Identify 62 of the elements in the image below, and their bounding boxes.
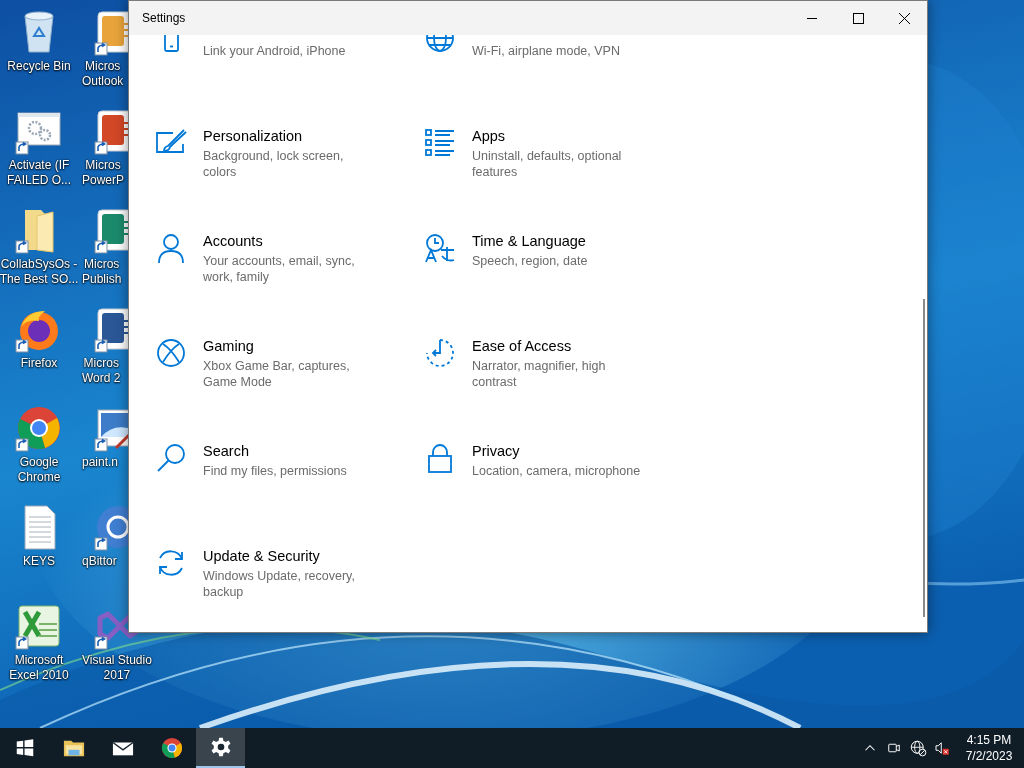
- browser-icon: [160, 737, 183, 759]
- icon-label[interactable]: Micros Word 2: [82, 356, 121, 386]
- category-description: Narrator, magnifier, high contrast: [472, 358, 607, 390]
- settings-category[interactable]: Gaming Xbox Game Bar, captures, Game Mode: [155, 337, 424, 442]
- category-title: Gaming: [203, 337, 255, 355]
- icon-label[interactable]: Micros Publish: [82, 257, 122, 287]
- settings-category[interactable]: Link your Android, iPhone: [155, 35, 424, 127]
- category-description: Xbox Game Bar, captures, Game Mode: [203, 358, 351, 390]
- icon-label[interactable]: Visual Studio 2017: [82, 653, 152, 683]
- icon-label[interactable]: CollabSysOs - The Best SO...: [0, 257, 79, 287]
- search-icon: [155, 442, 187, 474]
- category-title: Accounts: [203, 232, 264, 250]
- scrollbar-thumb[interactable]: [923, 299, 925, 617]
- category-title: Personalization: [203, 127, 304, 145]
- settings-category[interactable]: Wi-Fi, airplane mode, VPN: [424, 35, 693, 127]
- settings-category[interactable]: Accounts Your accounts, email, sync, work, family: [155, 232, 424, 337]
- icon-label[interactable]: Micros Outlook: [82, 59, 124, 89]
- category-title: Apps: [472, 127, 507, 145]
- category-title: Time & Language: [472, 232, 587, 250]
- icon-label[interactable]: qBittor: [82, 554, 117, 569]
- category-description: Speech, region, date: [472, 253, 589, 269]
- category-description: Link your Android, iPhone: [203, 43, 347, 59]
- person-icon: [155, 232, 187, 264]
- clock-time[interactable]: 4:15 PM: [966, 732, 1012, 748]
- close-icon: [898, 12, 910, 24]
- category-title: Search: [203, 442, 250, 460]
- icon-label[interactable]: Activate (IF FAILED O...: [7, 158, 71, 188]
- icon-label[interactable]: Firefox: [20, 356, 58, 371]
- category-description: Location, camera, microphone: [472, 463, 642, 479]
- settings-category[interactable]: Privacy Location, camera, microphone: [424, 442, 693, 547]
- xbox-icon: [155, 337, 187, 369]
- category-description: Wi-Fi, airplane mode, VPN: [472, 43, 621, 59]
- category-description: Find my files, permissions: [203, 463, 348, 479]
- icon-label[interactable]: Microsoft Excel 2010: [9, 653, 69, 683]
- category-description: Background, lock screen, colors: [203, 148, 345, 180]
- icon-label[interactable]: Recycle Bin: [7, 59, 71, 74]
- speaker-muted-icon[interactable]: [933, 739, 951, 757]
- maximize-icon: [852, 12, 864, 24]
- category-description: Your accounts, email, sync, work, family: [203, 253, 356, 285]
- app-list-icon: [424, 127, 456, 159]
- accessibility-icon: [424, 337, 456, 369]
- settings-category[interactable]: Time & Language Speech, region, date: [424, 232, 693, 337]
- globe-blocked-icon[interactable]: [909, 739, 927, 757]
- category-title: Update & Security: [203, 547, 321, 565]
- settings-category[interactable]: Apps Uninstall, defaults, optional features: [424, 127, 693, 232]
- clock-date[interactable]: 7/2/2023: [965, 748, 1013, 764]
- taskbar-button[interactable]: [196, 728, 245, 768]
- category-description: Windows Update, recovery, backup: [203, 568, 356, 600]
- window-title: Settings: [141, 11, 186, 25]
- settings-category[interactable]: Update & Security Windows Update, recovery, backup: [155, 547, 424, 632]
- language-clock-icon: [424, 232, 456, 264]
- category-title: Privacy: [472, 442, 521, 460]
- icon-label[interactable]: Micros PowerP: [82, 158, 125, 188]
- icon-label[interactable]: Google Chrome: [17, 455, 61, 485]
- settings-category[interactable]: Personalization Background, lock screen, colors: [155, 127, 424, 232]
- category-title: Ease of Access: [472, 337, 573, 355]
- category-description: Uninstall, defaults, optional features: [472, 148, 623, 180]
- icon-label[interactable]: paint.n: [82, 455, 119, 470]
- settings-category[interactable]: Ease of Access Narrator, magnifier, high contrast: [424, 337, 693, 442]
- icon-label[interactable]: KEYS: [23, 554, 55, 569]
- gear-icon: [209, 736, 232, 758]
- settings-category[interactable]: Search Find my files, permissions: [155, 442, 424, 547]
